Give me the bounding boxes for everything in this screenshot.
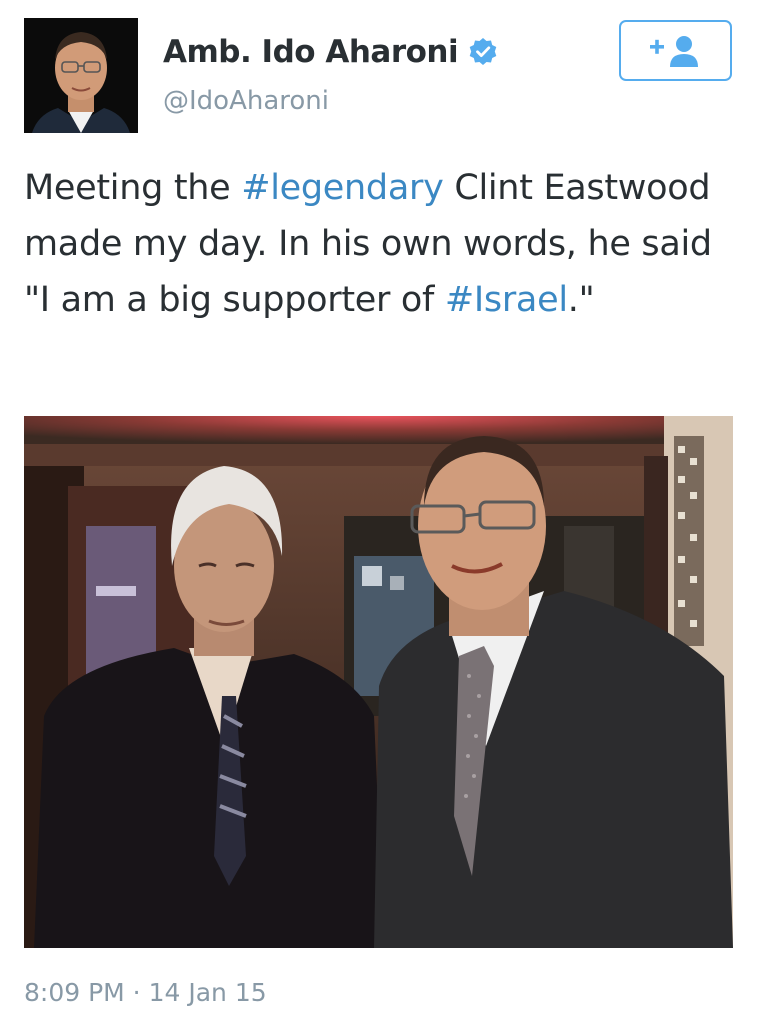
tweet-text-segment: Meeting the [24,168,242,208]
hashtag-link[interactable]: #legendary [241,168,444,208]
attached-photo-icon [24,416,733,948]
tweet-text: Meeting the #legendary Clint Eastwood ma… [24,160,739,328]
verified-badge-icon [468,37,498,67]
author-name-row: Amb. Ido Aharoni [163,34,498,70]
tweet-photo[interactable] [24,416,733,948]
follow-user-icon [649,35,698,67]
profile-photo-icon [24,18,138,133]
tweet-text-segment: ." [567,280,595,320]
author-handle[interactable]: @IdoAharoni [163,86,329,116]
tweet-card: Amb. Ido Aharoni @IdoAharoni Meeting the… [0,0,758,1024]
author-display-name[interactable]: Amb. Ido Aharoni [163,34,459,70]
hashtag-link[interactable]: #Israel [445,280,568,320]
follow-button[interactable] [619,20,732,81]
tweet-timestamp[interactable]: 8:09 PM · 14 Jan 15 [24,978,267,1007]
avatar[interactable] [24,18,138,133]
